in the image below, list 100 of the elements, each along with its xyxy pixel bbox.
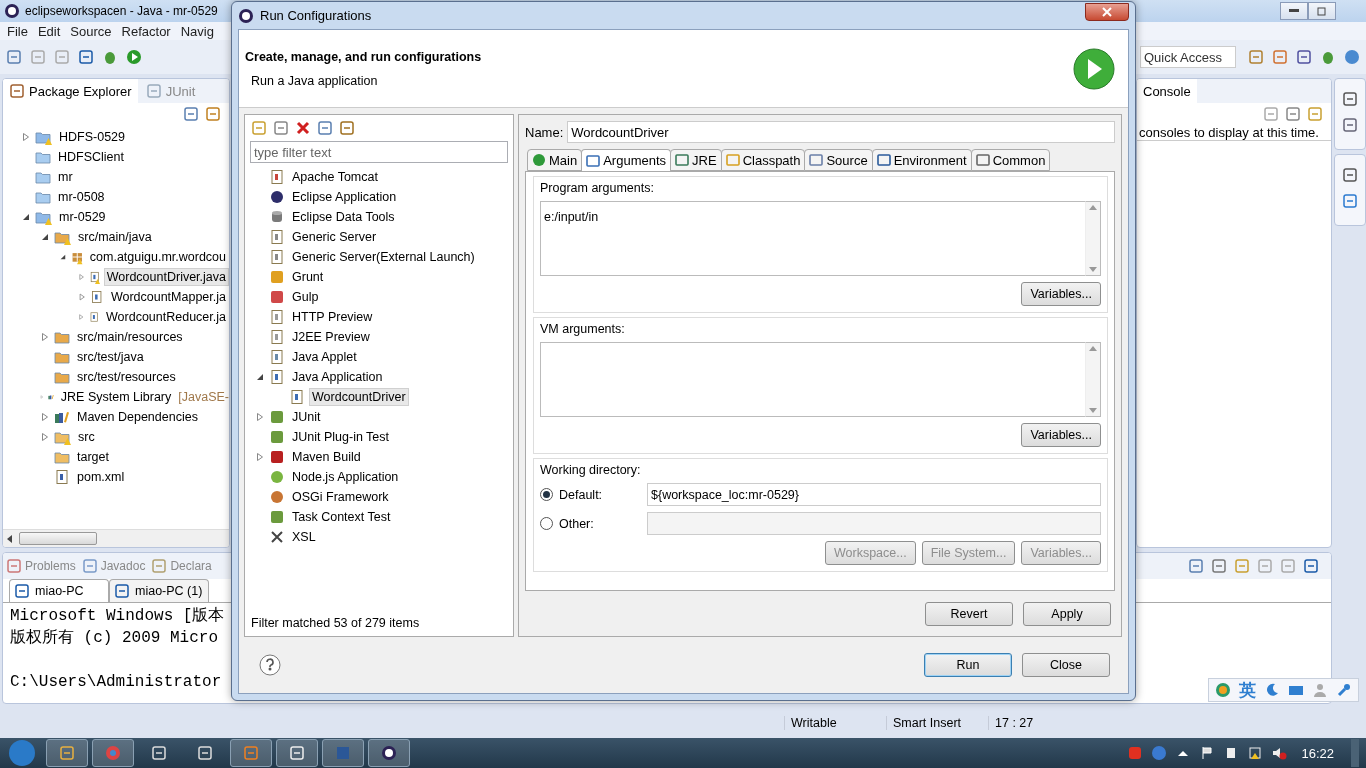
minimize-button[interactable] — [1280, 2, 1308, 20]
collapse-arrow-icon[interactable] — [21, 212, 31, 222]
tree-item[interactable]: J2EE Preview — [289, 328, 373, 346]
expand-arrow-icon[interactable] — [255, 452, 265, 462]
view-tab[interactable]: Package Explorer — [3, 79, 138, 103]
expand-arrow-icon[interactable] — [78, 312, 85, 322]
tree-item[interactable]: src — [75, 428, 98, 446]
tree-item[interactable]: mr-0529 — [56, 208, 109, 226]
tree-item[interactable]: pom.xml — [74, 468, 128, 486]
tree-item[interactable]: JUnit Plug-in Test — [289, 428, 393, 446]
tree-item[interactable]: Node.js Application — [289, 468, 402, 486]
input-mode-label[interactable]: 英 — [1239, 678, 1256, 702]
tree-item-icon — [54, 349, 70, 365]
tree-item[interactable]: XSL — [289, 528, 319, 546]
tree-item[interactable]: JUnit — [289, 408, 324, 426]
speaker-icon — [1271, 745, 1288, 761]
config-tab[interactable]: Main — [527, 149, 583, 171]
tree-item-icon — [54, 429, 70, 445]
expand-arrow-icon[interactable] — [40, 412, 50, 422]
expand-arrow-icon[interactable] — [40, 332, 50, 342]
program-arguments-field[interactable]: e:/input/in — [540, 201, 1085, 276]
clock[interactable]: 16:22 — [1295, 745, 1342, 761]
collapse-arrow-icon[interactable] — [59, 252, 67, 262]
expand-arrow-icon[interactable] — [255, 412, 265, 422]
tree-item[interactable]: OSGi Framework — [289, 488, 392, 506]
tree-item[interactable]: mr-0508 — [55, 188, 108, 206]
menu-item[interactable]: File — [2, 23, 33, 39]
expand-arrow-icon[interactable] — [21, 132, 31, 142]
tree-item[interactable]: Task Context Test — [289, 508, 394, 526]
tree-item[interactable]: WordcountDriver — [309, 388, 409, 406]
tree-item[interactable]: Java Application — [289, 368, 386, 386]
dialog-button[interactable]: Run — [924, 653, 1012, 677]
filter-status: Filter matched 53 of 279 items — [250, 616, 421, 632]
tree-item[interactable]: WordcountReducer.ja — [103, 308, 229, 326]
directory-field[interactable]: ${workspace_loc:mr-0529} — [647, 483, 1101, 506]
tree-item[interactable]: Apache Tomcat — [289, 168, 381, 186]
tree-item[interactable]: Generic Server(External Launch) — [289, 248, 478, 266]
tree-item[interactable]: Eclipse Application — [289, 188, 400, 206]
tree-item[interactable]: Java Applet — [289, 348, 360, 366]
tree-item[interactable]: Maven Dependencies — [74, 408, 201, 426]
tree-item[interactable]: target — [74, 448, 112, 466]
tree-item[interactable]: Generic Server — [289, 228, 380, 246]
ime-logo-icon — [1215, 682, 1231, 698]
close-button[interactable] — [1085, 2, 1129, 21]
config-tab[interactable]: JRE — [670, 149, 722, 171]
action-button[interactable]: Apply — [1023, 602, 1111, 626]
tab-icon — [532, 153, 546, 167]
taskbar-app[interactable] — [368, 739, 410, 767]
tree-item[interactable]: WordcountDriver.java — [103, 268, 229, 286]
config-tab[interactable]: Common — [970, 149, 1051, 171]
collapse-arrow-icon[interactable] — [255, 372, 265, 382]
expand-arrow-icon[interactable] — [40, 432, 50, 442]
tree-item[interactable]: src/test/resources — [74, 368, 179, 386]
config-tab[interactable]: Arguments — [581, 149, 672, 171]
vm-arguments-field[interactable] — [540, 342, 1085, 417]
config-tab[interactable]: Source — [804, 149, 873, 171]
variables-button[interactable]: Variables... — [1021, 282, 1101, 306]
tree-item[interactable]: src/test/java — [74, 348, 147, 366]
tree-item[interactable]: Maven Build — [289, 448, 364, 466]
dialog-button[interactable]: Close — [1022, 653, 1110, 677]
console-line: Microsoft Windows [版本 — [10, 606, 225, 627]
config-tab[interactable]: Environment — [871, 149, 972, 171]
tree-item[interactable]: com.atguigu.mr.wordcou — [86, 248, 229, 266]
tree-item[interactable]: Gulp — [289, 288, 322, 306]
group-label: Working directory: — [540, 463, 642, 477]
console-session-tab[interactable]: miao-PC (1) — [109, 579, 209, 602]
tree-item[interactable]: HDFSClient — [55, 148, 127, 166]
tree-item[interactable]: src/main/java — [75, 228, 155, 246]
tree-item[interactable]: Grunt — [289, 268, 327, 286]
tab-icon — [586, 153, 601, 168]
action-button[interactable]: Revert — [925, 602, 1013, 626]
config-tab[interactable]: Classpath — [720, 149, 806, 171]
tree-item[interactable]: mr — [55, 168, 76, 186]
quick-access-field[interactable]: Quick Access — [1140, 46, 1236, 68]
console-tab[interactable]: Console — [1137, 79, 1197, 103]
menu-item[interactable]: Edit — [32, 23, 66, 39]
menu-item[interactable]: Refactor — [116, 23, 176, 39]
launch-type-icon — [269, 309, 285, 325]
directory-field[interactable] — [647, 512, 1101, 535]
eclipse-logo-icon — [4, 3, 20, 19]
expand-arrow-icon[interactable] — [78, 272, 86, 282]
name-field[interactable]: WordcountDriver — [567, 121, 1115, 143]
expand-arrow-icon[interactable] — [78, 292, 87, 302]
horizontal-scrollbar[interactable] — [3, 529, 229, 547]
tree-item[interactable]: HTTP Preview — [289, 308, 376, 326]
tree-item[interactable]: Eclipse Data Tools — [289, 208, 398, 226]
tree-item[interactable]: JRE System Library — [57, 388, 175, 406]
menu-item[interactable]: Source — [65, 23, 117, 39]
menu-item[interactable]: Navig — [175, 23, 219, 39]
collapse-arrow-icon[interactable] — [40, 232, 50, 242]
radio-button[interactable] — [540, 488, 553, 501]
console-session-tab[interactable]: miao-PC — [9, 579, 109, 602]
filter-field[interactable]: type filter text — [250, 141, 508, 163]
radio-button[interactable] — [540, 517, 553, 530]
document-app-icon — [335, 745, 351, 761]
tree-item[interactable]: HDFS-0529 — [56, 128, 128, 146]
tree-item[interactable]: src/main/resources — [74, 328, 186, 346]
tree-item-icon — [35, 129, 51, 145]
tree-item[interactable]: WordcountMapper.ja — [107, 288, 229, 306]
variables-button[interactable]: Variables... — [1021, 423, 1101, 447]
